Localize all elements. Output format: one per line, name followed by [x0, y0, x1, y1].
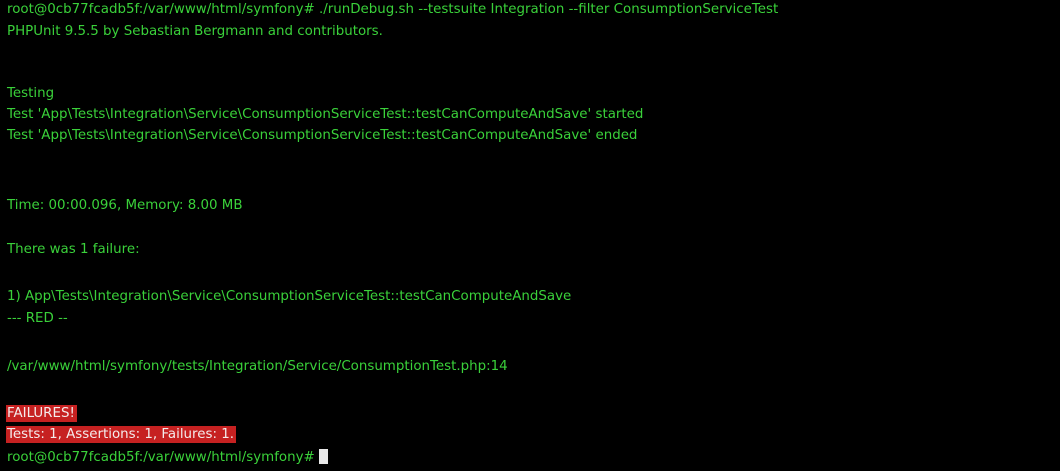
failure-message-line: --- RED --	[7, 311, 68, 326]
failure-count-line: There was 1 failure:	[7, 242, 140, 257]
prompt-line[interactable]: root@0cb77fcadb5f:/var/www/html/symfony#	[7, 449, 328, 467]
shell-prompt: root@0cb77fcadb5f:/var/www/html/symfony#	[7, 450, 315, 465]
failures-banner: FAILURES!	[6, 405, 77, 422]
testing-label: Testing	[7, 86, 55, 101]
phpunit-version-line: PHPUnit 9.5.5 by Sebastian Bergmann and …	[7, 24, 383, 39]
test-started-line: Test 'App\Tests\Integration\Service\Cons…	[7, 107, 644, 122]
summary-line: Tests: 1, Assertions: 1, Failures: 1.	[6, 426, 237, 444]
time-memory-line: Time: 00:00.096, Memory: 8.00 MB	[7, 198, 243, 213]
command-line: root@0cb77fcadb5f:/var/www/html/symfony#…	[7, 2, 779, 17]
failure-location-line: /var/www/html/symfony/tests/Integration/…	[7, 359, 508, 374]
summary-banner: Tests: 1, Assertions: 1, Failures: 1.	[6, 426, 237, 443]
test-ended-line: Test 'App\Tests\Integration\Service\Cons…	[7, 128, 638, 143]
terminal-window[interactable]: root@0cb77fcadb5f:/var/www/html/symfony#…	[0, 0, 1060, 471]
failure-item-line: 1) App\Tests\Integration\Service\Consump…	[7, 289, 572, 304]
cursor-block	[318, 449, 328, 464]
failures-banner-line: FAILURES!	[6, 405, 77, 423]
